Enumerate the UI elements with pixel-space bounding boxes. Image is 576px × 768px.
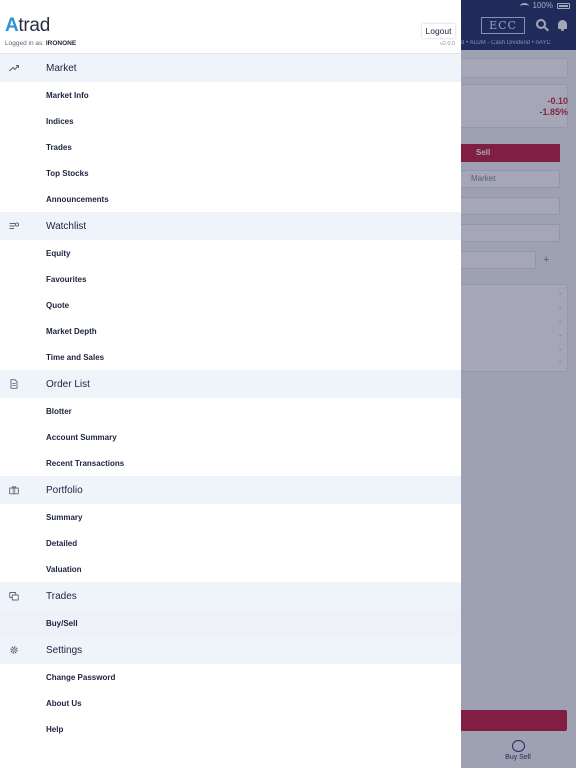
menu-section-label: Market [46,62,77,74]
menu-item-label: Detailed [46,538,78,548]
menu-item-trades[interactable]: Trades [0,134,461,160]
menu-item-detailed[interactable]: Detailed [0,530,461,556]
menu-item-indices[interactable]: Indices [0,108,461,134]
menu-section-trades[interactable]: Trades [0,582,461,610]
menu-item-label: Market Depth [46,326,97,336]
menu-section-label: Settings [46,644,83,656]
menu-item-label: About Us [46,698,82,708]
menu-item-label: Time and Sales [46,352,105,362]
menu-item-label: Indices [46,116,74,126]
menu-item-label: Trades [46,142,72,152]
watchlist-icon [9,221,19,231]
menu-item-valuation[interactable]: Valuation [0,556,461,582]
menu-item-label: Equity [46,248,71,258]
menu-item-announcements[interactable]: Announcements [0,186,461,212]
menu-section-settings[interactable]: Settings [0,636,461,664]
menu-item-summary[interactable]: Summary [0,504,461,530]
menu-section-watchlist[interactable]: Watchlist [0,212,461,240]
menu-item-time-and-sales[interactable]: Time and Sales [0,344,461,370]
logged-in-prefix: Logged in as: [5,40,46,47]
menu-section-order-list[interactable]: Order List [0,370,461,398]
menu-item-account-summary[interactable]: Account Summary [0,424,461,450]
menu-section-portfolio[interactable]: Portfolio [0,476,461,504]
menu-item-label: Top Stocks [46,168,89,178]
menu-item-label: Quote [46,300,70,310]
logout-button[interactable]: Logout [422,24,455,38]
menu-section-market[interactable]: Market [0,54,461,82]
menu-item-recent-transactions[interactable]: Recent Transactions [0,450,461,476]
menu-section-label: Trades [46,590,77,602]
logo-text: trad [18,15,50,36]
briefcase-icon [9,485,19,495]
menu-item-top-stocks[interactable]: Top Stocks [0,160,461,186]
menu-item-blotter[interactable]: Blotter [0,398,461,424]
gear-icon [9,645,19,655]
menu-item-label: Favourites [46,274,87,284]
menu-item-about-us[interactable]: About Us [0,690,461,716]
drawer-header: Atrad Logged in as: IRONONE Logout v2.0.… [0,0,461,54]
menu-item-help[interactable]: Help [0,716,461,742]
menu-item-label: Help [46,724,64,734]
menu-section-label: Portfolio [46,484,83,496]
menu-item-buy-sell[interactable]: Buy/Sell [0,610,461,636]
menu-item-favourites[interactable]: Favourites [0,266,461,292]
menu-item-equity[interactable]: Equity [0,240,461,266]
trend-up-icon [9,63,19,73]
menu-section-label: Watchlist [46,220,87,232]
atrad-logo: Atrad [5,15,50,37]
username: IRONONE [45,40,77,47]
menu-item-label: Account Summary [46,432,117,442]
document-icon [9,379,19,389]
menu-item-market-depth[interactable]: Market Depth [0,318,461,344]
menu-item-label: Blotter [46,406,72,416]
menu-item-label: Market Info [46,90,89,100]
menu-item-label: Valuation [46,564,82,574]
menu-item-market-info[interactable]: Market Info [0,82,461,108]
logged-in-info: Logged in as: IRONONE [5,40,76,47]
app-version: v2.0.0 [440,41,455,47]
drawer-menu: Market Market Info Indices Trades Top Stocks… [0,54,461,742]
menu-item-label: Announcements [46,194,109,204]
menu-item-label: Change Password [46,672,116,682]
menu-section-label: Order List [46,378,90,390]
trades-icon [9,591,19,601]
menu-item-label: Recent Transactions [46,458,125,468]
navigation-drawer: Atrad Logged in as: IRONONE Logout v2.0.… [0,0,461,768]
logo-mark: A [5,15,19,36]
menu-item-quote[interactable]: Quote [0,292,461,318]
menu-item-label: Buy/Sell [46,618,78,628]
menu-item-label: Summary [46,512,83,522]
menu-item-change-password[interactable]: Change Password [0,664,461,690]
